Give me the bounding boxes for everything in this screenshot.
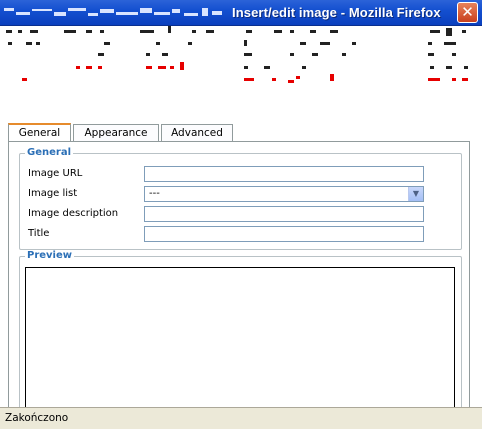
- image-list-value: ---: [149, 188, 160, 199]
- image-description-input[interactable]: [144, 206, 424, 222]
- redacted-title-prefix: [4, 8, 222, 16]
- tab-general[interactable]: General: [8, 123, 71, 143]
- image-url-label: Image URL: [28, 168, 83, 179]
- tab-appearance[interactable]: Appearance: [73, 124, 159, 142]
- image-url-input[interactable]: [144, 166, 424, 182]
- title-bar: Insert/edit image - Mozilla Firefox ✕: [0, 0, 482, 26]
- image-description-label: Image description: [28, 208, 119, 219]
- image-list-select[interactable]: --- ▼: [144, 186, 424, 202]
- tab-advanced[interactable]: Advanced: [161, 124, 233, 142]
- preview-legend: Preview: [25, 250, 75, 261]
- chevron-down-icon[interactable]: ▼: [408, 187, 423, 201]
- close-button[interactable]: ✕: [457, 2, 478, 23]
- title-label: Title: [28, 228, 50, 239]
- preview-area: [25, 267, 455, 417]
- title-input[interactable]: [144, 226, 424, 242]
- status-bar: Zakończono: [0, 407, 482, 429]
- status-text: Zakończono: [5, 412, 69, 424]
- redacted-content: [0, 26, 482, 122]
- preview-fieldset: Preview: [19, 250, 462, 417]
- tab-panel-general: General Image URL Image list --- ▼ Image…: [8, 141, 470, 417]
- general-legend: General: [25, 147, 73, 158]
- general-fieldset: General Image URL Image list --- ▼ Image…: [19, 147, 462, 250]
- image-list-label: Image list: [28, 188, 78, 199]
- close-icon: ✕: [461, 3, 474, 21]
- window-title: Insert/edit image - Mozilla Firefox: [232, 5, 441, 20]
